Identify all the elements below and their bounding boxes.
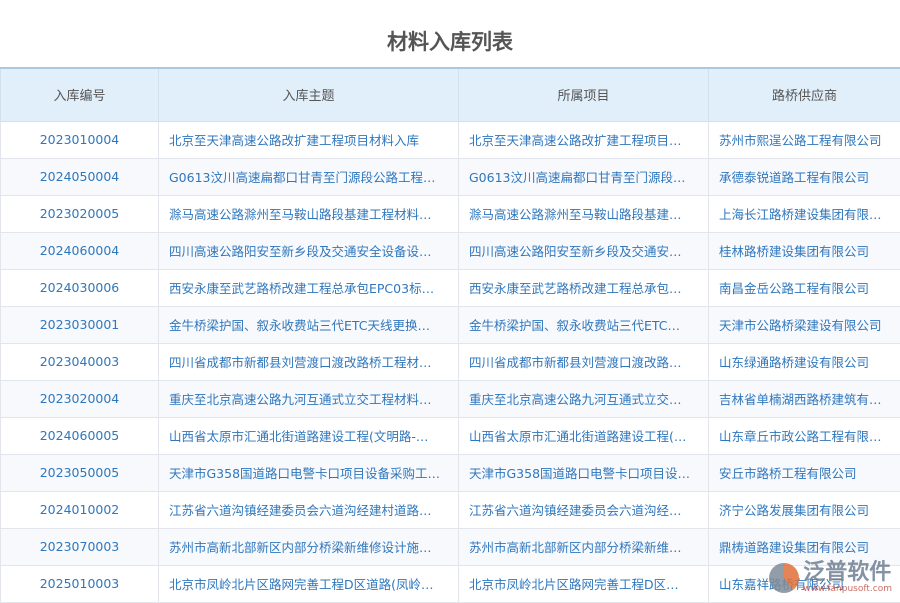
column-header-subject[interactable]: 入库主题 <box>159 68 459 121</box>
inbound-id-cell[interactable]: 2023030001 <box>1 306 159 343</box>
inbound-id-cell[interactable]: 2024030006 <box>1 269 159 306</box>
page-title: 材料入库列表 <box>0 0 900 67</box>
table-row[interactable]: 2023020005滁马高速公路滁州至马鞍山路段基建工程材料…滁马高速公路滁州至… <box>1 195 900 232</box>
table-row[interactable]: 2024060004四川高速公路阳安至新乡段及交通安全设备设…四川高速公路阳安至… <box>1 232 900 269</box>
project-cell[interactable]: 天津市G358国道路口电警卡口项目设… <box>459 454 709 491</box>
inbound-id-cell[interactable]: 2024060005 <box>1 417 159 454</box>
inbound-subject-cell[interactable]: 苏州市高新北部新区内部分桥梁新维修设计施… <box>159 528 459 565</box>
column-header-id[interactable]: 入库编号 <box>1 68 159 121</box>
inbound-id-cell[interactable]: 2023070003 <box>1 528 159 565</box>
inbound-subject-cell[interactable]: 西安永康至武艺路桥改建工程总承包EPC03标… <box>159 269 459 306</box>
inbound-id-cell[interactable]: 2025010003 <box>1 565 159 602</box>
project-cell[interactable]: 滁马高速公路滁州至马鞍山路段基建… <box>459 195 709 232</box>
project-cell[interactable]: G0613汶川高速扁都口甘青至门源段… <box>459 158 709 195</box>
supplier-cell[interactable]: 上海长江路桥建设集团有限… <box>709 195 900 232</box>
table-row[interactable]: 2023010004北京至天津高速公路改扩建工程项目材料入库北京至天津高速公路改… <box>1 121 900 158</box>
inbound-id-cell[interactable]: 2024060004 <box>1 232 159 269</box>
inbound-id-cell[interactable]: 2023010004 <box>1 121 159 158</box>
fanpu-logo-icon <box>769 563 799 593</box>
project-cell[interactable]: 苏州市高新北部新区内部分桥梁新维… <box>459 528 709 565</box>
table-row[interactable]: 2024050004G0613汶川高速扁都口甘青至门源段公路工程…G0613汶川… <box>1 158 900 195</box>
inbound-id-cell[interactable]: 2024010002 <box>1 491 159 528</box>
inbound-id-cell[interactable]: 2024050004 <box>1 158 159 195</box>
supplier-cell[interactable]: 安丘市路桥工程有限公司 <box>709 454 900 491</box>
inbound-subject-cell[interactable]: 金牛桥梁护国、叙永收费站三代ETC天线更换… <box>159 306 459 343</box>
column-header-supplier[interactable]: 路桥供应商 <box>709 68 900 121</box>
inbound-subject-cell[interactable]: G0613汶川高速扁都口甘青至门源段公路工程… <box>159 158 459 195</box>
project-cell[interactable]: 重庆至北京高速公路九河互通式立交… <box>459 380 709 417</box>
watermark-url: www.fanpusoft.com <box>803 584 892 594</box>
table-row[interactable]: 2025010003北京市凤岭北片区路网完善工程D区道路(凤岭…北京市凤岭北片区… <box>1 565 900 602</box>
supplier-cell[interactable]: 承德泰锐道路工程有限公司 <box>709 158 900 195</box>
inbound-subject-cell[interactable]: 北京至天津高速公路改扩建工程项目材料入库 <box>159 121 459 158</box>
table-row[interactable]: 2023040003四川省成都市新都县刘营渡口渡改路桥工程材…四川省成都市新都县… <box>1 343 900 380</box>
supplier-cell[interactable]: 天津市公路桥梁建设有限公司 <box>709 306 900 343</box>
project-cell[interactable]: 江苏省六道沟镇经建委员会六道沟经… <box>459 491 709 528</box>
inbound-subject-cell[interactable]: 重庆至北京高速公路九河互通式立交工程材料… <box>159 380 459 417</box>
inbound-id-cell[interactable]: 2023020004 <box>1 380 159 417</box>
table-header: 入库编号 入库主题 所属项目 路桥供应商 <box>1 68 900 121</box>
table-row[interactable]: 2023070003苏州市高新北部新区内部分桥梁新维修设计施…苏州市高新北部新区… <box>1 528 900 565</box>
inbound-subject-cell[interactable]: 滁马高速公路滁州至马鞍山路段基建工程材料… <box>159 195 459 232</box>
inbound-subject-cell[interactable]: 北京市凤岭北片区路网完善工程D区道路(凤岭… <box>159 565 459 602</box>
table-row[interactable]: 2023030001金牛桥梁护国、叙永收费站三代ETC天线更换…金牛桥梁护国、叙… <box>1 306 900 343</box>
project-cell[interactable]: 四川高速公路阳安至新乡段及交通安… <box>459 232 709 269</box>
project-cell[interactable]: 北京市凤岭北片区路网完善工程D区… <box>459 565 709 602</box>
inbound-id-cell[interactable]: 2023050005 <box>1 454 159 491</box>
project-cell[interactable]: 北京至天津高速公路改扩建工程项目… <box>459 121 709 158</box>
project-cell[interactable]: 山西省太原市汇通北街道路建设工程(… <box>459 417 709 454</box>
table-row[interactable]: 2024030006西安永康至武艺路桥改建工程总承包EPC03标…西安永康至武艺… <box>1 269 900 306</box>
table-row[interactable]: 2024010002江苏省六道沟镇经建委员会六道沟经建村道路…江苏省六道沟镇经建… <box>1 491 900 528</box>
inbound-id-cell[interactable]: 2023020005 <box>1 195 159 232</box>
inbound-subject-cell[interactable]: 天津市G358国道路口电警卡口项目设备采购工… <box>159 454 459 491</box>
column-header-project[interactable]: 所属项目 <box>459 68 709 121</box>
inbound-subject-cell[interactable]: 四川省成都市新都县刘营渡口渡改路桥工程材… <box>159 343 459 380</box>
supplier-cell[interactable]: 山东绿通路桥建设有限公司 <box>709 343 900 380</box>
table-row[interactable]: 2023020004重庆至北京高速公路九河互通式立交工程材料…重庆至北京高速公路… <box>1 380 900 417</box>
watermark-name: 泛普软件 <box>803 562 892 584</box>
inbound-subject-cell[interactable]: 四川高速公路阳安至新乡段及交通安全设备设… <box>159 232 459 269</box>
table-row[interactable]: 2023050005天津市G358国道路口电警卡口项目设备采购工…天津市G358… <box>1 454 900 491</box>
inbound-id-cell[interactable]: 2023040003 <box>1 343 159 380</box>
inbound-subject-cell[interactable]: 山西省太原市汇通北街道路建设工程(文明路-… <box>159 417 459 454</box>
inbound-subject-cell[interactable]: 江苏省六道沟镇经建委员会六道沟经建村道路… <box>159 491 459 528</box>
project-cell[interactable]: 金牛桥梁护国、叙永收费站三代ETC… <box>459 306 709 343</box>
supplier-cell[interactable]: 桂林路桥建设集团有限公司 <box>709 232 900 269</box>
supplier-cell[interactable]: 吉林省单楠湖西路桥建筑有… <box>709 380 900 417</box>
supplier-cell[interactable]: 济宁公路发展集团有限公司 <box>709 491 900 528</box>
project-cell[interactable]: 四川省成都市新都县刘营渡口渡改路… <box>459 343 709 380</box>
watermark: 泛普软件 www.fanpusoft.com <box>769 562 892 594</box>
project-cell[interactable]: 西安永康至武艺路桥改建工程总承包… <box>459 269 709 306</box>
material-inbound-table: 入库编号 入库主题 所属项目 路桥供应商 2023010004北京至天津高速公路… <box>0 67 900 603</box>
supplier-cell[interactable]: 苏州市熙逞公路工程有限公司 <box>709 121 900 158</box>
supplier-cell[interactable]: 山东章丘市政公路工程有限… <box>709 417 900 454</box>
supplier-cell[interactable]: 南昌金岳公路工程有限公司 <box>709 269 900 306</box>
table-row[interactable]: 2024060005山西省太原市汇通北街道路建设工程(文明路-…山西省太原市汇通… <box>1 417 900 454</box>
